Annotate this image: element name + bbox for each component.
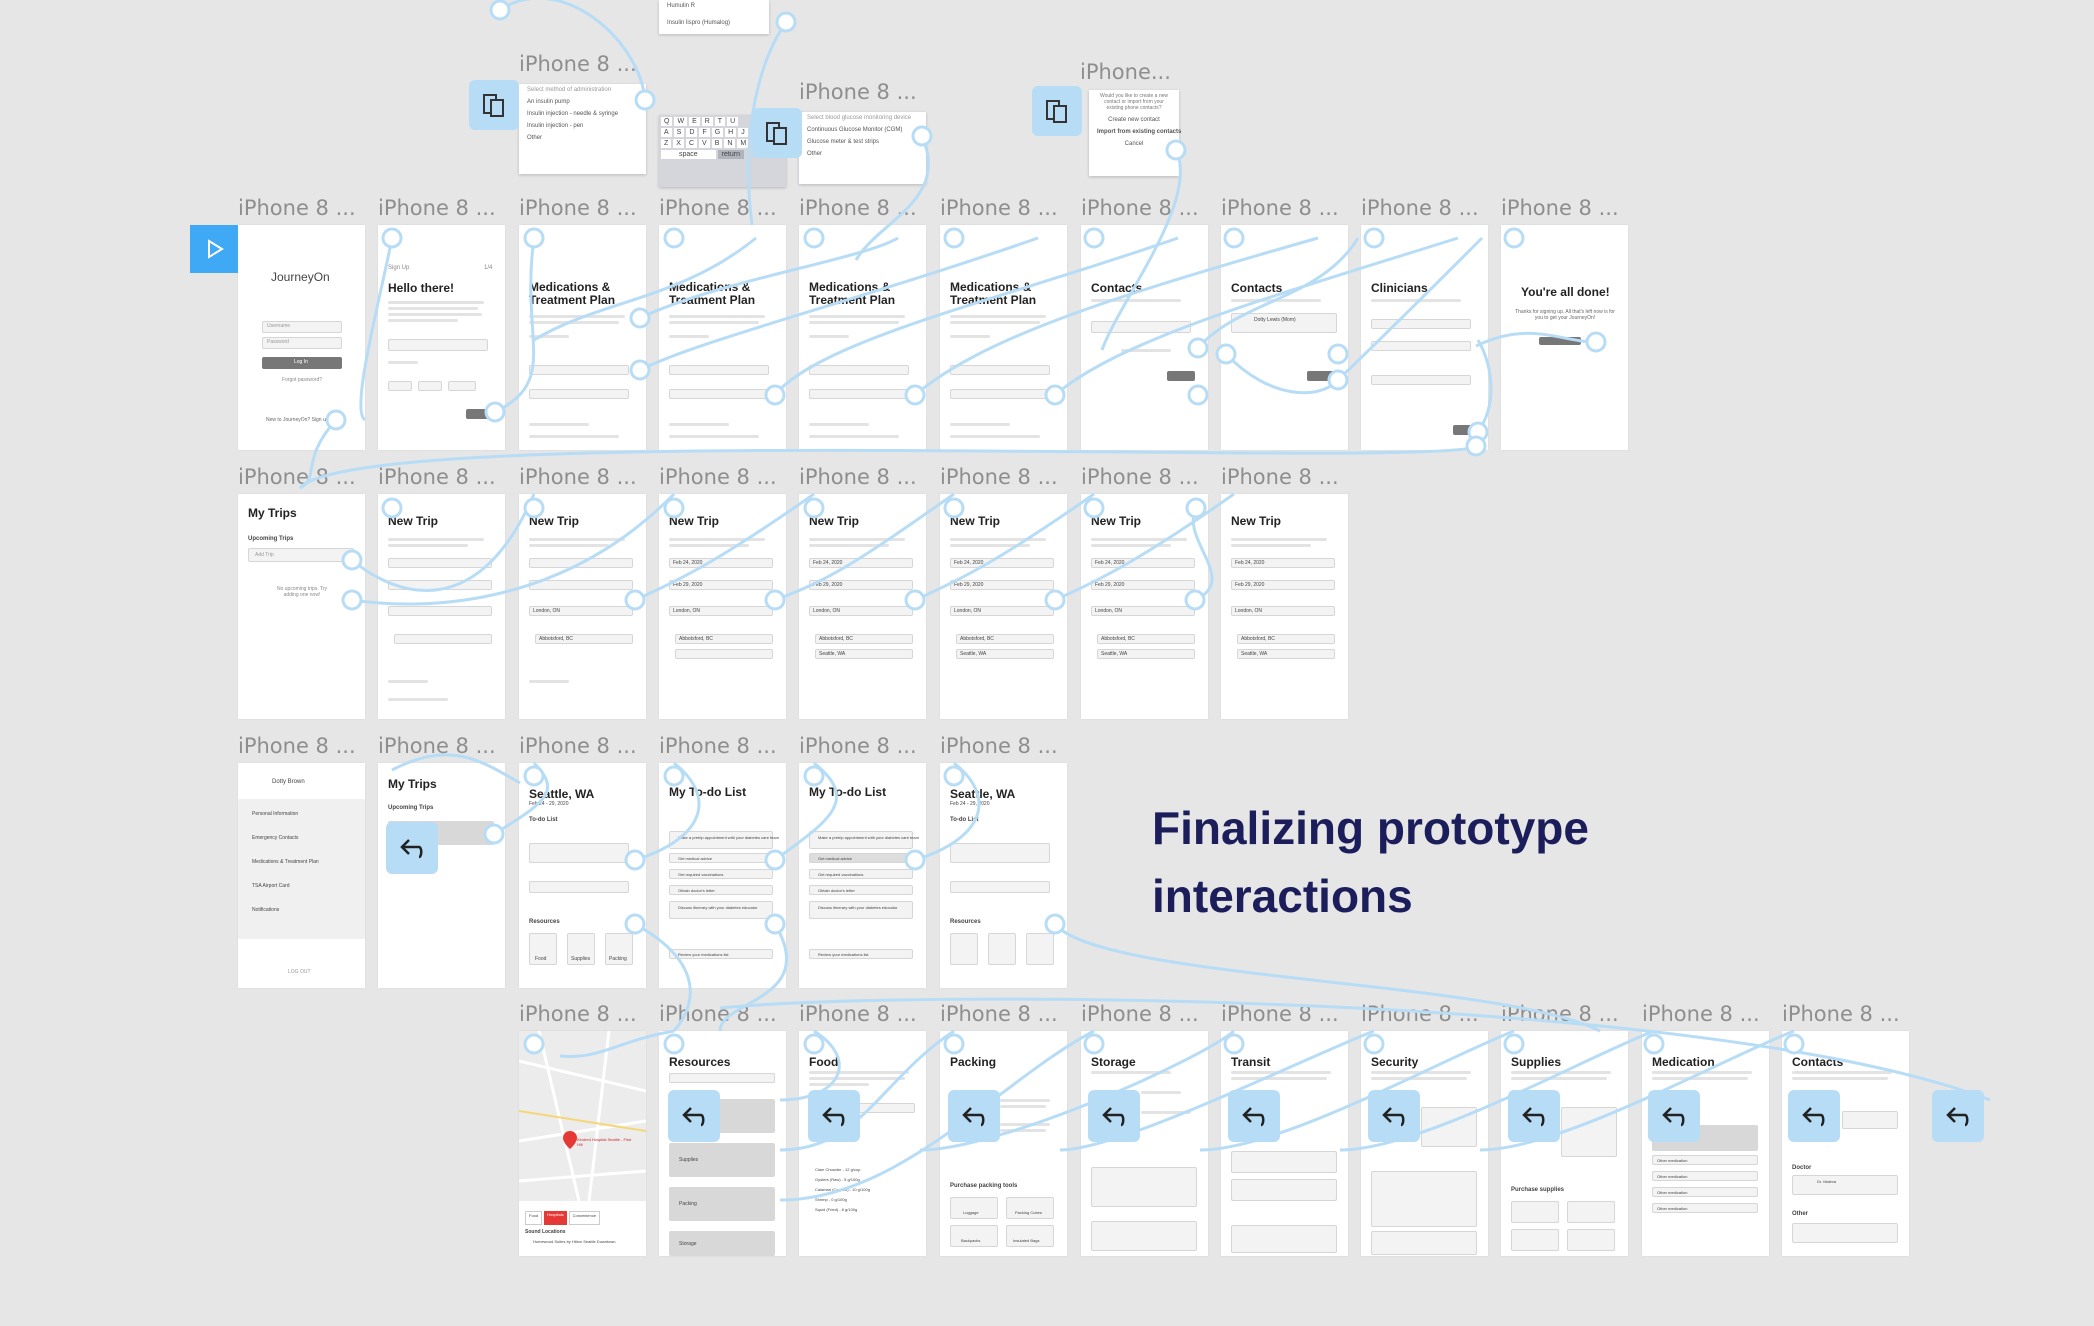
device-icon bbox=[766, 122, 787, 145]
back-button[interactable] bbox=[948, 1090, 1000, 1142]
play-prototype-button[interactable] bbox=[190, 225, 238, 273]
back-button[interactable] bbox=[1932, 1090, 1984, 1142]
back-arrow-icon bbox=[822, 1107, 845, 1127]
back-button[interactable] bbox=[1228, 1090, 1280, 1142]
back-button[interactable] bbox=[1508, 1090, 1560, 1142]
back-arrow-icon bbox=[1946, 1107, 1969, 1127]
back-button[interactable] bbox=[668, 1090, 720, 1142]
back-arrow-icon bbox=[1382, 1107, 1405, 1127]
back-arrow-icon bbox=[1522, 1107, 1545, 1127]
back-arrow-icon bbox=[962, 1107, 985, 1127]
back-button[interactable] bbox=[386, 822, 438, 874]
back-button[interactable] bbox=[1648, 1090, 1700, 1142]
device-preview-button[interactable] bbox=[752, 108, 802, 158]
back-arrow-icon bbox=[400, 839, 423, 859]
device-icon bbox=[483, 94, 504, 117]
prototype-connections bbox=[298, 0, 1991, 1202]
play-icon bbox=[208, 239, 224, 259]
back-button[interactable] bbox=[808, 1090, 860, 1142]
back-button[interactable] bbox=[1788, 1090, 1840, 1142]
back-button[interactable] bbox=[1368, 1090, 1420, 1142]
back-arrow-icon bbox=[1242, 1107, 1265, 1127]
device-preview-button[interactable] bbox=[469, 80, 519, 130]
back-arrow-icon bbox=[1102, 1107, 1125, 1127]
back-button[interactable] bbox=[1088, 1090, 1140, 1142]
back-arrow-icon bbox=[1662, 1107, 1685, 1127]
back-arrow-icon bbox=[1802, 1107, 1825, 1127]
device-icon bbox=[1046, 100, 1067, 123]
back-arrow-icon bbox=[682, 1107, 705, 1127]
device-preview-button[interactable] bbox=[1032, 86, 1082, 136]
